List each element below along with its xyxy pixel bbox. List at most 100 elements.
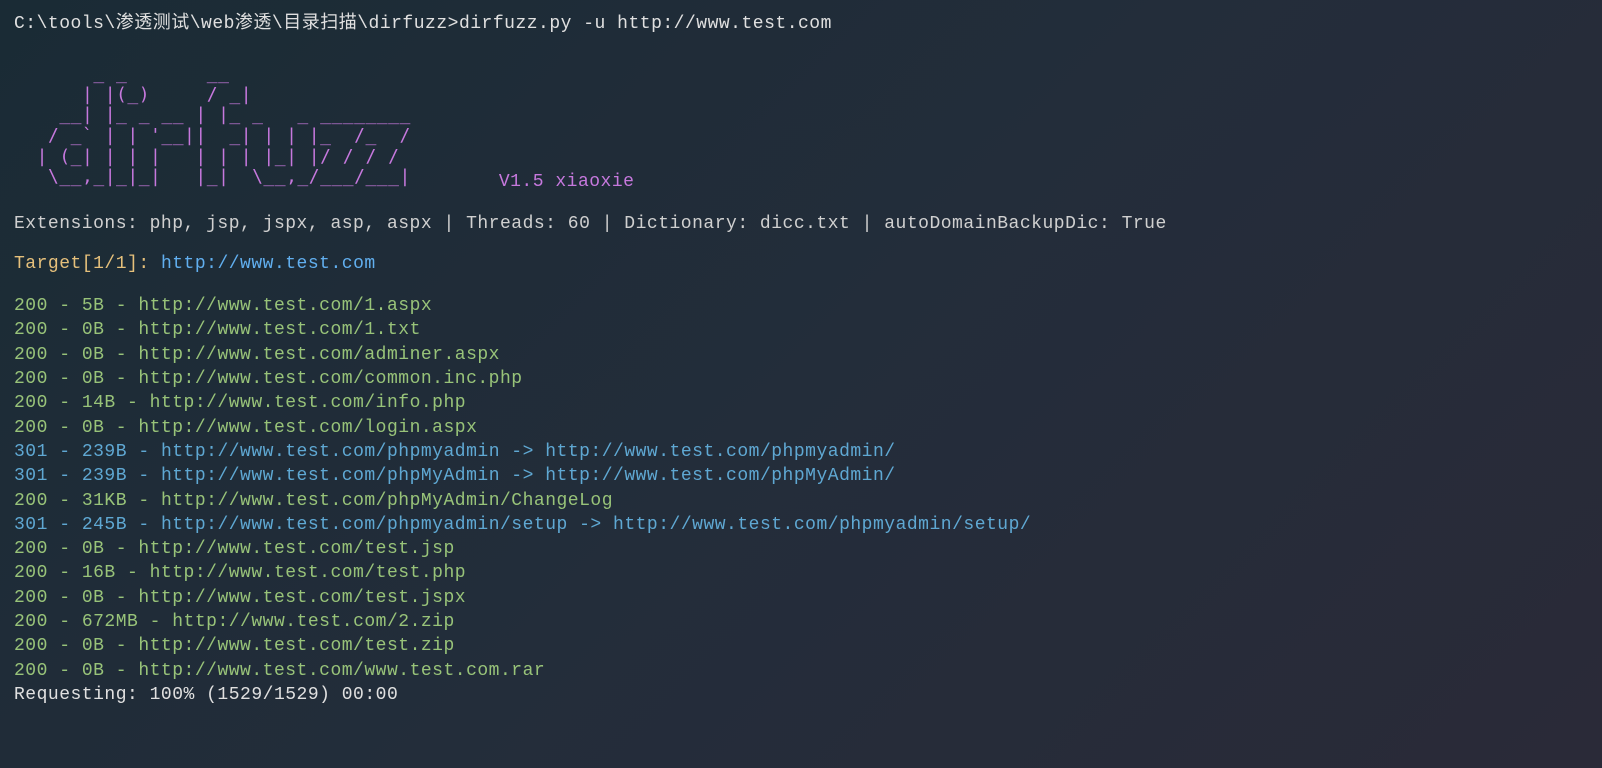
result-row: 200 - 672MB - http://www.test.com/2.zip — [14, 610, 1588, 634]
separator: - — [48, 588, 82, 608]
target-url: http://www.test.com — [161, 254, 376, 274]
ascii-art-logo: _ _ __ | |(_) / _| __| |_ _ __ | |_ _ _ … — [14, 64, 479, 188]
response-size: 0B — [82, 636, 105, 656]
found-url: http://www.test.com/test.php — [150, 563, 466, 583]
result-row: 200 - 0B - http://www.test.com/www.test.… — [14, 659, 1588, 683]
result-row: 301 - 239B - http://www.test.com/phpMyAd… — [14, 464, 1588, 488]
found-url: http://www.test.com/info.php — [150, 393, 466, 413]
status-code: 301 — [14, 466, 48, 486]
result-row: 200 - 0B - http://www.test.com/test.jspx — [14, 586, 1588, 610]
response-size: 14B — [82, 393, 116, 413]
status-code: 200 — [14, 320, 48, 340]
redirect-url: http://www.test.com/phpMyAdmin/ — [545, 466, 895, 486]
response-size: 239B — [82, 466, 127, 486]
separator: - — [138, 612, 172, 632]
result-row: 200 - 0B - http://www.test.com/login.asp… — [14, 416, 1588, 440]
separator: - — [48, 661, 82, 681]
result-row: 200 - 14B - http://www.test.com/info.php — [14, 391, 1588, 415]
status-code: 200 — [14, 588, 48, 608]
found-url: http://www.test.com/2.zip — [172, 612, 455, 632]
separator: - — [48, 515, 82, 535]
found-url: http://www.test.com/test.jspx — [138, 588, 466, 608]
response-size: 5B — [82, 296, 105, 316]
separator: - — [48, 296, 82, 316]
status-code: 301 — [14, 515, 48, 535]
found-url: http://www.test.com/1.aspx — [138, 296, 432, 316]
found-url: http://www.test.com/1.txt — [138, 320, 421, 340]
status-code: 200 — [14, 418, 48, 438]
separator: - — [48, 442, 82, 462]
found-url: http://www.test.com/test.zip — [138, 636, 454, 656]
result-row: 301 - 239B - http://www.test.com/phpmyad… — [14, 440, 1588, 464]
found-url: http://www.test.com/phpmyadmin/setup — [161, 515, 568, 535]
separator: - — [48, 636, 82, 656]
result-row: 301 - 245B - http://www.test.com/phpmyad… — [14, 513, 1588, 537]
result-row: 200 - 0B - http://www.test.com/adminer.a… — [14, 343, 1588, 367]
separator: - — [104, 588, 138, 608]
response-size: 0B — [82, 345, 105, 365]
result-row: 200 - 5B - http://www.test.com/1.aspx — [14, 294, 1588, 318]
version-label: V1.5 xiaoxie — [499, 172, 635, 194]
status-code: 200 — [14, 393, 48, 413]
separator: - — [48, 491, 82, 511]
response-size: 0B — [82, 320, 105, 340]
progress-status: Requesting: 100% (1529/1529) 00:00 — [14, 685, 1588, 705]
found-url: http://www.test.com/phpMyAdmin — [161, 466, 500, 486]
result-row: 200 - 0B - http://www.test.com/1.txt — [14, 318, 1588, 342]
separator: - — [48, 418, 82, 438]
status-code: 200 — [14, 491, 48, 511]
status-code: 200 — [14, 661, 48, 681]
found-url: http://www.test.com/phpMyAdmin/ChangeLog — [161, 491, 613, 511]
found-url: http://www.test.com/adminer.aspx — [138, 345, 500, 365]
separator: - — [104, 636, 138, 656]
status-code: 200 — [14, 539, 48, 559]
redirect-arrow: -> — [500, 466, 545, 486]
separator: - — [127, 466, 161, 486]
separator: - — [104, 369, 138, 389]
response-size: 0B — [82, 661, 105, 681]
status-code: 200 — [14, 296, 48, 316]
result-row: 200 - 0B - http://www.test.com/test.jsp — [14, 537, 1588, 561]
separator: - — [127, 515, 161, 535]
command-prompt: C:\tools\渗透测试\web渗透\目录扫描\dirfuzz>dirfuzz… — [14, 8, 1588, 34]
redirect-url: http://www.test.com/phpmyadmin/setup/ — [613, 515, 1031, 535]
separator: - — [48, 539, 82, 559]
found-url: http://www.test.com/login.aspx — [138, 418, 477, 438]
separator: - — [127, 442, 161, 462]
separator: - — [104, 296, 138, 316]
response-size: 0B — [82, 418, 105, 438]
separator: - — [48, 345, 82, 365]
result-row: 200 - 0B - http://www.test.com/common.in… — [14, 367, 1588, 391]
target-info: Target[1/1]: http://www.test.com — [14, 254, 1588, 274]
found-url: http://www.test.com/common.inc.php — [138, 369, 522, 389]
target-label: Target[1/1]: — [14, 254, 161, 274]
status-code: 301 — [14, 442, 48, 462]
redirect-arrow: -> — [500, 442, 545, 462]
separator: - — [104, 320, 138, 340]
ascii-banner-container: _ _ __ | |(_) / _| __| |_ _ __ | |_ _ _ … — [14, 64, 1588, 194]
separator: - — [127, 491, 161, 511]
status-code: 200 — [14, 563, 48, 583]
separator: - — [116, 393, 150, 413]
status-code: 200 — [14, 345, 48, 365]
result-row: 200 - 0B - http://www.test.com/test.zip — [14, 634, 1588, 658]
separator: - — [104, 345, 138, 365]
redirect-url: http://www.test.com/phpmyadmin/ — [545, 442, 895, 462]
separator: - — [48, 466, 82, 486]
separator: - — [48, 563, 82, 583]
separator: - — [48, 612, 82, 632]
status-code: 200 — [14, 612, 48, 632]
separator: - — [104, 661, 138, 681]
found-url: http://www.test.com/www.test.com.rar — [138, 661, 545, 681]
separator: - — [48, 369, 82, 389]
separator: - — [48, 320, 82, 340]
result-row: 200 - 16B - http://www.test.com/test.php — [14, 561, 1588, 585]
response-size: 0B — [82, 369, 105, 389]
scan-results: 200 - 5B - http://www.test.com/1.aspx200… — [14, 294, 1588, 683]
redirect-arrow: -> — [568, 515, 613, 535]
separator: - — [104, 539, 138, 559]
found-url: http://www.test.com/phpmyadmin — [161, 442, 500, 462]
response-size: 239B — [82, 442, 127, 462]
separator: - — [116, 563, 150, 583]
response-size: 0B — [82, 588, 105, 608]
